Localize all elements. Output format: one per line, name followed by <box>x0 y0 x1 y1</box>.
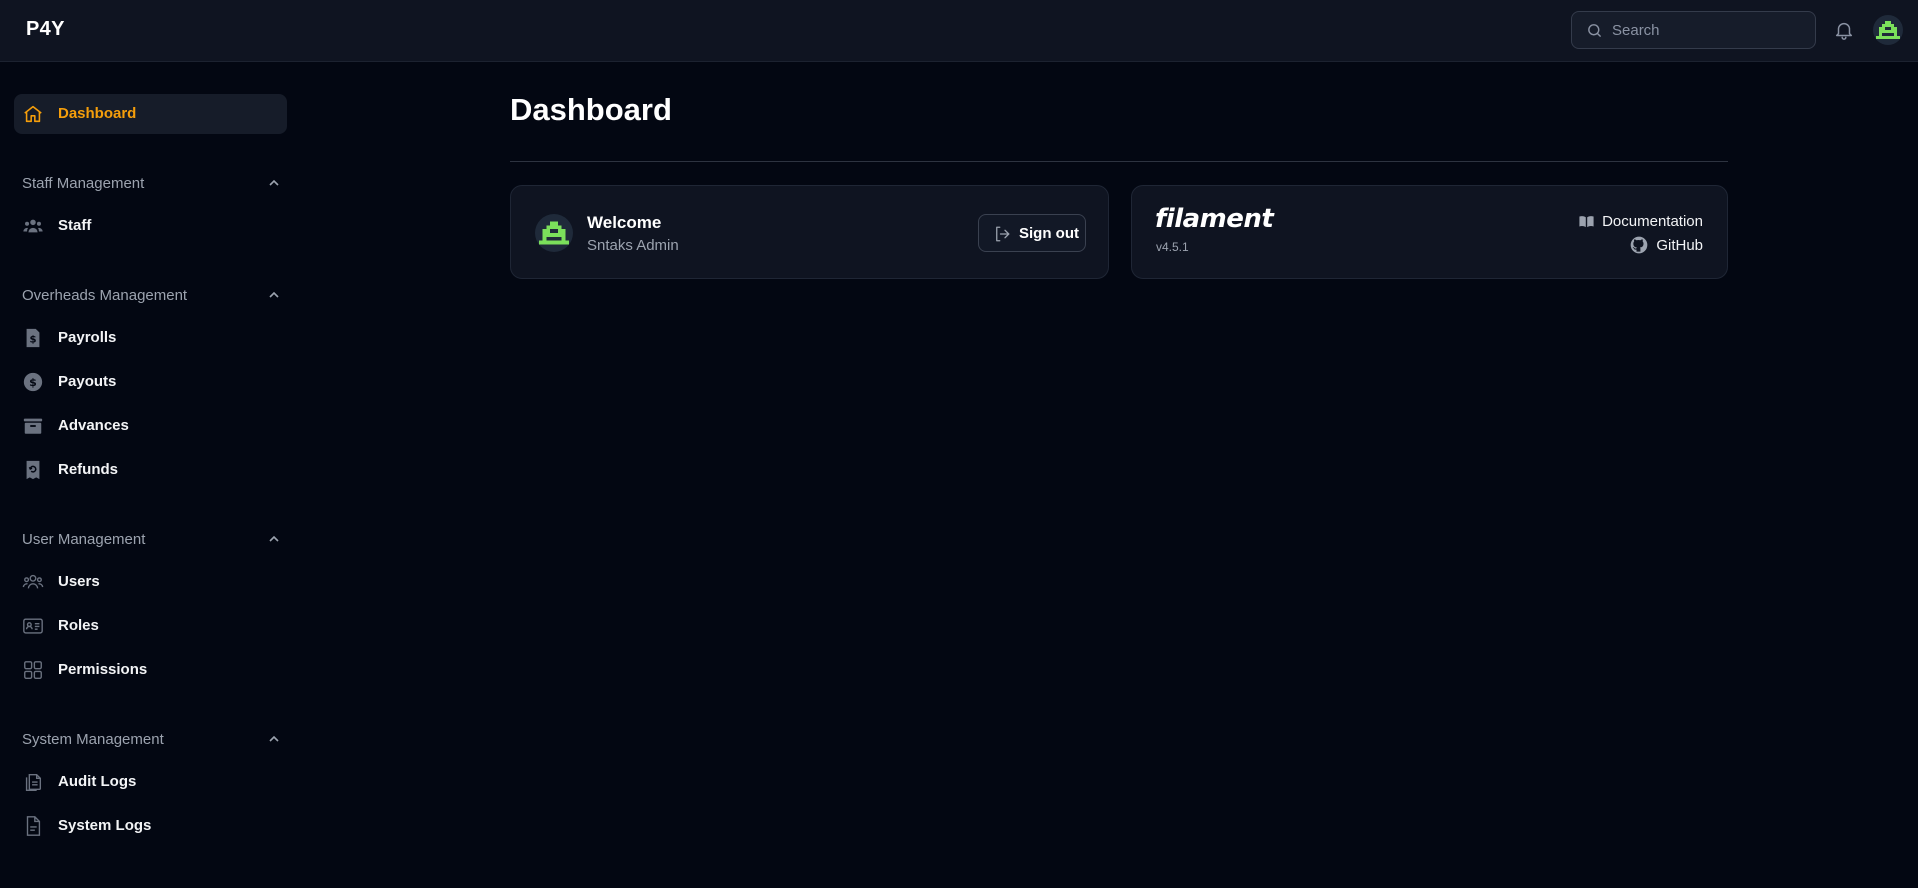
sidebar: Dashboard Staff Management Staff Overhea… <box>0 62 300 888</box>
github-label: GitHub <box>1656 236 1703 254</box>
sidebar-item-staff[interactable]: Staff <box>14 206 287 246</box>
welcome-username: Sntaks Admin <box>587 237 679 254</box>
documentation-label: Documentation <box>1602 212 1703 230</box>
group-label: Staff Management <box>22 175 145 192</box>
sidebar-item-label: Payrolls <box>58 329 117 346</box>
squares-icon <box>24 661 42 679</box>
sidebar-item-dashboard[interactable]: Dashboard <box>14 94 287 134</box>
filament-logo[interactable]: filament <box>1155 204 1274 234</box>
users-icon <box>22 574 44 589</box>
sidebar-item-label: Refunds <box>58 461 118 478</box>
sidebar-item-system-logs[interactable]: System Logs <box>14 806 287 846</box>
sidebar-item-audit-logs[interactable]: Audit Logs <box>14 762 287 802</box>
sign-out-button[interactable]: Sign out <box>978 214 1086 252</box>
welcome-avatar <box>535 214 573 252</box>
svg-text:$: $ <box>29 376 37 389</box>
sidebar-item-label: Payouts <box>58 373 117 390</box>
svg-text:$: $ <box>29 335 36 346</box>
users-group-icon <box>23 219 43 233</box>
sidebar-item-permissions[interactable]: Permissions <box>14 650 287 690</box>
group-label: Overheads Management <box>22 287 188 304</box>
bell-icon[interactable] <box>1833 18 1855 42</box>
book-open-icon <box>1579 215 1594 227</box>
home-icon <box>24 105 42 123</box>
id-card-icon <box>23 618 43 634</box>
filament-info-card: filament v4.5.1 Documentation GitHub <box>1131 185 1728 279</box>
github-link[interactable]: GitHub <box>1629 234 1703 256</box>
search-box[interactable] <box>1571 11 1816 49</box>
dollar-circle-icon: $ <box>23 372 43 392</box>
documents-icon <box>25 773 42 791</box>
documentation-link[interactable]: Documentation <box>1578 210 1703 232</box>
sidebar-item-label: Audit Logs <box>58 773 137 790</box>
sidebar-item-label: Dashboard <box>58 105 137 122</box>
search-input[interactable] <box>1612 21 1802 39</box>
sidebar-item-payouts[interactable]: $ Payouts <box>14 362 287 402</box>
sidebar-item-users[interactable]: Users <box>14 562 287 602</box>
sidebar-item-label: Advances <box>58 417 129 434</box>
sidebar-item-label: System Logs <box>58 817 152 834</box>
welcome-title: Welcome <box>587 213 662 232</box>
user-avatar[interactable] <box>1873 15 1903 45</box>
chevron-up-icon <box>269 179 279 186</box>
divider <box>510 161 1728 162</box>
github-icon <box>1630 236 1648 254</box>
sidebar-item-refunds[interactable]: Refunds <box>14 450 287 490</box>
group-staff-management[interactable]: Staff Management <box>22 172 280 194</box>
chevron-up-icon <box>269 535 279 542</box>
chevron-up-icon <box>269 735 279 742</box>
brand-logo[interactable]: P4Y <box>26 18 65 41</box>
group-overheads-management[interactable]: Overheads Management <box>22 284 280 306</box>
sidebar-item-payrolls[interactable]: $ Payrolls <box>14 318 287 358</box>
receipt-refund-icon <box>26 460 40 480</box>
filament-version: v4.5.1 <box>1156 240 1189 254</box>
group-label: System Management <box>22 731 164 748</box>
group-label: User Management <box>22 531 146 548</box>
topbar: P4Y <box>0 0 1918 62</box>
sidebar-item-roles[interactable]: Roles <box>14 606 287 646</box>
sign-out-icon <box>996 226 1010 242</box>
group-user-management[interactable]: User Management <box>22 528 280 550</box>
sign-out-label: Sign out <box>1019 225 1079 242</box>
sidebar-item-label: Roles <box>58 617 99 634</box>
search-icon <box>1588 23 1601 37</box>
welcome-card: Welcome Sntaks Admin Sign out <box>510 185 1109 279</box>
sidebar-item-label: Permissions <box>58 661 148 678</box>
chevron-up-icon <box>269 291 279 298</box>
sidebar-item-label: Users <box>58 573 100 590</box>
page-title: Dashboard <box>510 92 672 127</box>
sidebar-item-label: Staff <box>58 217 92 234</box>
archive-box-icon <box>23 418 43 434</box>
document-text-icon <box>26 816 41 836</box>
receipt-dollar-icon: $ <box>26 328 40 348</box>
group-system-management[interactable]: System Management <box>22 728 280 750</box>
sidebar-item-advances[interactable]: Advances <box>14 406 287 446</box>
